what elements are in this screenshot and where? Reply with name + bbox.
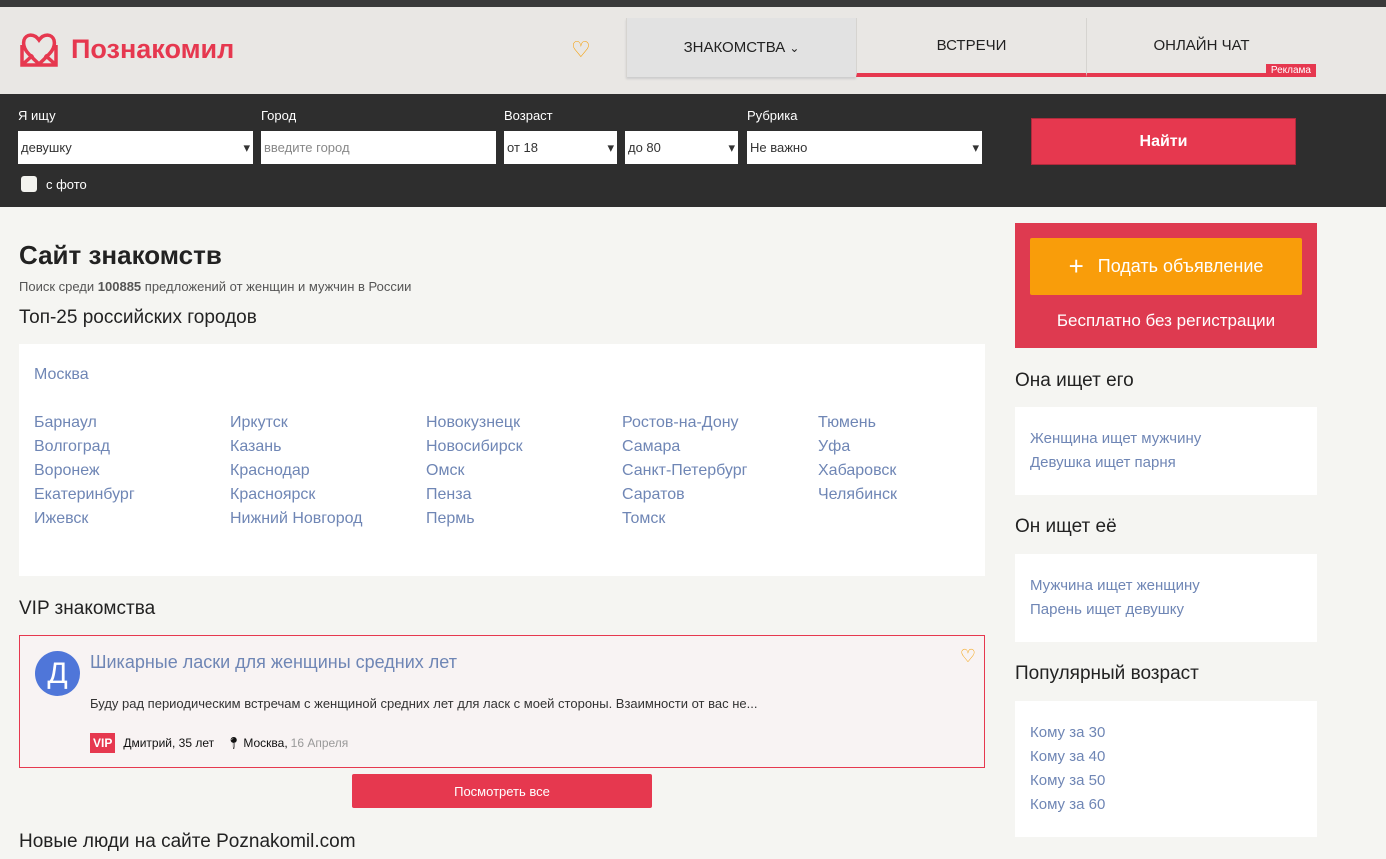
sidebar-links-box: Женщина ищет мужчину Девушка ищет парня [1015,407,1317,495]
vip-title: VIP знакомства [19,598,156,619]
sidebar-section-title: Он ищет её [1015,516,1117,537]
city-link-moscow[interactable]: Москва [34,366,89,384]
rubric-value: Не важно [750,140,808,155]
dropdown-arrow-icon: ▾ [243,139,250,155]
photo-label: с фото [46,176,87,192]
avatar[interactable]: Д [35,651,80,696]
city-label: Город [261,108,297,123]
rubric-select[interactable]: Не важно ▾ [747,131,982,164]
post-ad-label: Подать объявление [1097,256,1264,276]
cities-box: Москва Барнаул Волгоград Воронеж Екатеринбу… [19,344,985,576]
seeking-value: девушку [21,140,72,155]
dropdown-arrow-icon: ▾ [728,139,735,155]
sidebar-links-box: Кому за 30 Кому за 40 Кому за 50 Кому за 60 [1015,701,1317,837]
city-link[interactable]: Новосибирск [426,438,523,456]
logo-text: Познакомил [71,33,235,64]
city-link[interactable]: Челябинск [818,486,897,504]
plus-icon: + [1068,251,1084,281]
city-link[interactable]: Воронеж [34,462,100,480]
vip-ad-title[interactable]: Шикарные ласки для женщины средних лет [90,652,457,673]
promo-box: + Подать объявление Бесплатно без регистр… [1015,223,1317,348]
city-link[interactable]: Саратов [622,486,685,504]
city-link[interactable]: Екатеринбург [34,486,135,504]
find-button[interactable]: Найти [1031,118,1296,165]
vip-badge: VIP [90,733,116,753]
city-link[interactable]: Уфа [818,438,850,456]
search-panel: Я ищу девушку ▾ Город введите город Возраст… [0,94,1386,207]
favorite-heart-icon[interactable]: ♡ [960,646,976,667]
seeking-label: Я ищу [18,108,56,123]
vip-ad-meta: VIP Дмитрий, 35 лет 📍︎ Москва, 16 Апреля [90,733,348,753]
city-link[interactable]: Новокузнецк [426,414,520,432]
sidebar-section-title: Популярный возраст [1015,663,1199,684]
city: Москва, [243,736,288,750]
city-input[interactable]: введите город [261,131,496,164]
city-link[interactable]: Томск [622,510,665,528]
city-link[interactable]: Барнаул [34,414,97,432]
sidebar-links-box: Мужчина ищет женщину Парень ищет девушку [1015,554,1317,642]
dropdown-arrow-icon: ▾ [607,139,614,155]
city-link[interactable]: Тюмень [818,414,876,432]
vip-ad-card: Д Шикарные ласки для женщины средних лет… [19,635,985,768]
age-from-value: от 18 [507,140,538,155]
location-pin-icon: 📍︎ [226,736,242,750]
subtitle: Поиск среди 100885 предложений от женщин… [19,279,412,294]
city-link[interactable]: Краснодар [230,462,310,480]
tab-label: ОНЛАЙН ЧАТ [1153,37,1250,54]
heart-envelope-icon [20,33,58,67]
free-text: Бесплатно без регистрации [1056,311,1276,330]
tab-label: ЗНАКОМСТВА [683,39,786,56]
sidebar-link[interactable]: Кому за 60 [1030,793,1302,817]
dropdown-arrow-icon: ▾ [972,139,979,155]
favorites-heart-icon[interactable]: ♡ [571,37,591,63]
tab-meetings[interactable]: ВСТРЕЧИ [856,18,1086,77]
view-all-button[interactable]: Посмотреть все [352,774,652,808]
city-link[interactable]: Красноярск [230,486,315,504]
page-title: Сайт знакомств [19,240,222,270]
date: 16 Апреля [290,736,349,750]
checkbox[interactable] [21,176,37,192]
city-link[interactable]: Ижевск [34,510,88,528]
seeking-select[interactable]: девушку ▾ [18,131,253,164]
author: Дмитрий, 35 лет [123,736,215,750]
tab-label: ВСТРЕЧИ [936,37,1007,54]
sidebar-link[interactable]: Женщина ищет мужчину [1030,427,1302,451]
age-label: Возраст [504,108,553,123]
city-link[interactable]: Ростов-на-Дону [622,414,739,432]
chevron-down-icon: ⌄ [789,40,800,55]
city-link[interactable]: Казань [230,438,281,456]
new-people-title: Новые люди на сайте Poznakomil.com [19,831,356,852]
sidebar-link[interactable]: Мужчина ищет женщину [1030,574,1302,598]
city-link[interactable]: Пермь [426,510,475,528]
post-ad-button[interactable]: + Подать объявление [1030,238,1302,295]
sidebar-link[interactable]: Девушка ищет парня [1030,451,1302,475]
header: Познакомил ♡ ЗНАКОМСТВА ⌄ ВСТРЕЧИ ОНЛАЙН… [0,7,1386,94]
rubric-label: Рубрика [747,108,798,123]
logo[interactable]: Познакомил [19,31,234,67]
sidebar-link[interactable]: Кому за 30 [1030,721,1302,745]
main-nav: ЗНАКОМСТВА ⌄ ВСТРЕЧИ ОНЛАЙН ЧАТ Реклама [626,18,1316,77]
city-link[interactable]: Волгоград [34,438,110,456]
city-link[interactable]: Нижний Новгород [230,510,362,528]
ad-badge: Реклама [1265,64,1316,77]
tab-dating[interactable]: ЗНАКОМСТВА ⌄ [626,18,856,77]
sidebar-link[interactable]: Парень ищет девушку [1030,598,1302,622]
city-link[interactable]: Самара [622,438,680,456]
age-from-select[interactable]: от 18 ▾ [504,131,617,164]
tab-online-chat[interactable]: ОНЛАЙН ЧАТ Реклама [1086,18,1316,77]
city-link[interactable]: Санкт-Петербург [622,462,747,480]
top-cities-title: Топ-25 российских городов [19,307,257,328]
age-to-value: до 80 [628,140,661,155]
top-bar [0,0,1386,7]
vip-ad-text: Буду рад периодическим встречам с женщин… [90,696,758,711]
age-to-select[interactable]: до 80 ▾ [625,131,738,164]
city-link[interactable]: Пенза [426,486,471,504]
city-link[interactable]: Иркутск [230,414,288,432]
sidebar-section-title: Она ищет его [1015,370,1134,391]
sidebar-link[interactable]: Кому за 40 [1030,745,1302,769]
sidebar-link[interactable]: Кому за 50 [1030,769,1302,793]
city-link[interactable]: Хабаровск [818,462,896,480]
photo-checkbox[interactable]: с фото [21,176,87,192]
city-link[interactable]: Омск [426,462,464,480]
